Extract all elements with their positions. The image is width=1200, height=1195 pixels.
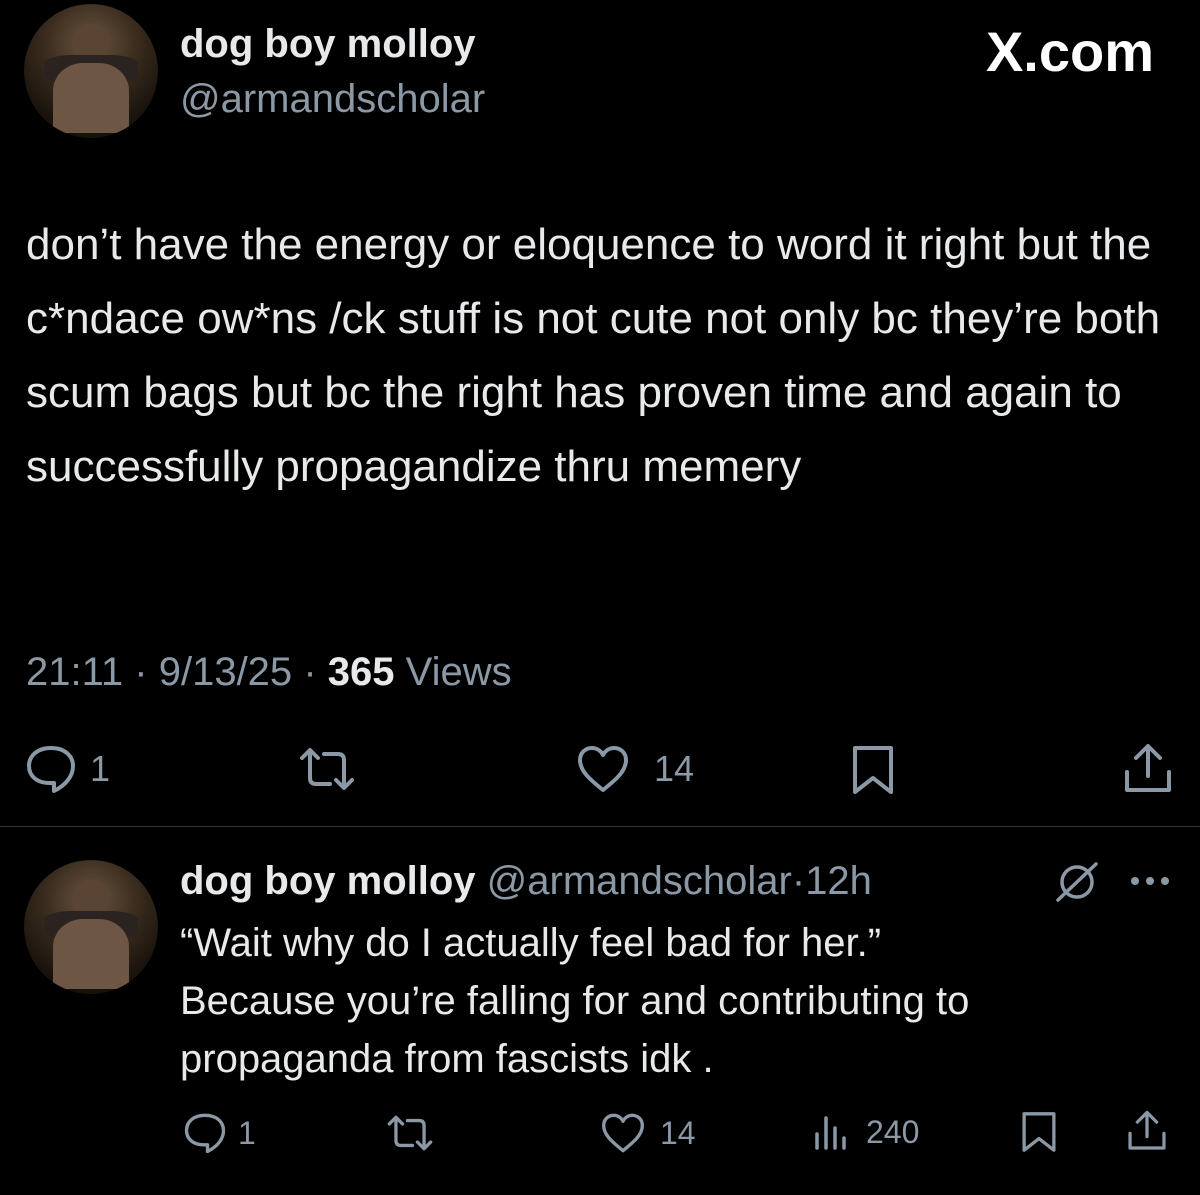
- reply-header: dog boy molloy @armandscholar·12h: [180, 857, 872, 905]
- post-time[interactable]: 21:11: [26, 650, 123, 694]
- bookmark-button[interactable]: [850, 744, 896, 796]
- reply-handle[interactable]: @armandscholar: [487, 859, 792, 903]
- reply-text-quote: “Wait why do I actually feel bad for her…: [180, 921, 882, 965]
- grok-icon[interactable]: [1054, 860, 1100, 909]
- reply-text-body: Because you’re falling for and contribut…: [180, 979, 970, 1081]
- like-count: 14: [654, 748, 695, 789]
- like-icon: [576, 744, 630, 794]
- avatar[interactable]: [24, 4, 158, 138]
- views-label: Views: [405, 650, 512, 694]
- bookmark-icon: [850, 744, 896, 796]
- reply-icon: [182, 1112, 228, 1154]
- like-icon: [600, 1112, 646, 1154]
- share-button[interactable]: [1122, 742, 1174, 796]
- post-date[interactable]: 9/13/25: [159, 650, 292, 694]
- repost-icon: [298, 744, 356, 794]
- reply-count: 1: [90, 748, 111, 789]
- meta-separator: ·: [303, 650, 317, 694]
- reply-bookmark-button[interactable]: [1020, 1110, 1058, 1154]
- reply-age[interactable]: 12h: [805, 859, 872, 903]
- reply-views-button[interactable]: 240: [812, 1112, 919, 1152]
- user-handle[interactable]: @armandscholar: [180, 75, 485, 123]
- post-meta: 21:11 · 9/13/25 · 365 Views: [26, 648, 512, 696]
- post-divider: [0, 826, 1200, 827]
- reply-repost-button[interactable]: [386, 1112, 434, 1154]
- meta-separator: ·: [134, 650, 148, 694]
- views-count: 365: [327, 650, 395, 694]
- share-icon: [1122, 742, 1174, 796]
- post-text: don’t have the energy or eloquence to wo…: [26, 220, 1161, 491]
- reply-reply-button[interactable]: 1: [182, 1112, 256, 1154]
- repost-button[interactable]: [298, 744, 356, 794]
- reply-display-name[interactable]: dog boy molloy: [180, 859, 476, 903]
- repost-icon: [386, 1112, 434, 1154]
- reply-like-button[interactable]: 14: [600, 1112, 696, 1154]
- reply-reply-count: 1: [238, 1114, 256, 1151]
- more-icon[interactable]: [1128, 874, 1172, 893]
- display-name[interactable]: dog boy molloy: [180, 20, 476, 68]
- views-icon: [812, 1112, 852, 1152]
- reply-views-count: 240: [866, 1113, 920, 1150]
- reply-icon: [24, 744, 78, 794]
- like-button[interactable]: 14: [576, 744, 694, 794]
- reply-like-count: 14: [660, 1114, 696, 1151]
- share-icon: [1126, 1108, 1168, 1154]
- reply-avatar[interactable]: [24, 860, 158, 994]
- brand-watermark: X.com: [985, 20, 1154, 83]
- meta-separator: ·: [791, 859, 806, 903]
- reply-share-button[interactable]: [1126, 1108, 1168, 1154]
- reply-button[interactable]: 1: [24, 744, 110, 794]
- bookmark-icon: [1020, 1110, 1058, 1154]
